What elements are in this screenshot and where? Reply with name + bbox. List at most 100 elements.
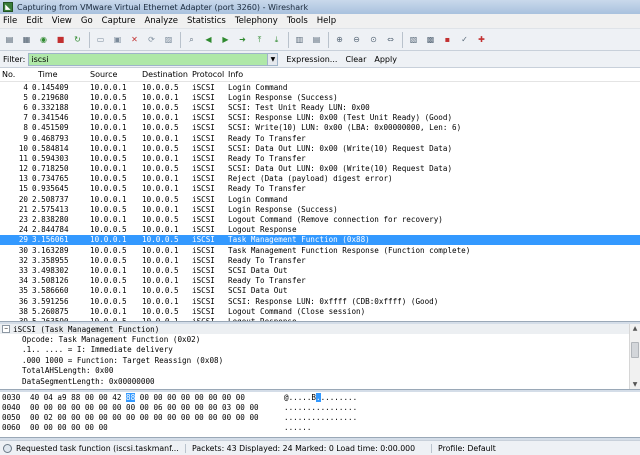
column-header-destination[interactable]: Destination [142, 70, 192, 79]
menu-file[interactable]: File [3, 16, 17, 26]
menu-analyze[interactable]: Analyze [144, 16, 178, 26]
close-icon[interactable]: ✕ [128, 33, 141, 46]
packet-details-pane[interactable]: − iSCSI (Task Management Function) Opcod… [0, 324, 640, 390]
print-icon[interactable]: ▨ [162, 33, 175, 46]
zoom-normal-icon[interactable]: ⊙ [367, 33, 380, 46]
stop-capture-icon[interactable]: ■ [54, 33, 67, 46]
auto-scroll-icon[interactable]: ▤ [310, 33, 323, 46]
hex-row[interactable]: 0040 00 00 00 00 00 00 00 00 00 06 00 00 … [0, 402, 640, 412]
menu-view[interactable]: View [52, 16, 72, 26]
first-packet-icon[interactable]: ⤒ [253, 33, 266, 46]
packet-row-selected[interactable]: 29 3.156061 10.0.0.1 10.0.0.5 iSCSI Task Mana… [0, 234, 640, 245]
filter-history-dropdown[interactable]: ▼ [268, 52, 279, 66]
go-forward-icon[interactable]: ▶ [219, 33, 232, 46]
display-filters-icon[interactable]: ▩ [424, 33, 437, 46]
packet-row[interactable]: 39 5.263590 10.0.0.5 10.0.0.1 iSCSI Logout Re… [0, 316, 640, 321]
hex-bytes[interactable]: 40 04 a9 88 00 00 42 88 00 00 00 00 00 0… [30, 392, 284, 402]
hex-row[interactable]: 0060 00 00 00 00 00 00...... [0, 423, 640, 433]
zoom-in-icon[interactable]: ⊕ [333, 33, 346, 46]
hex-bytes[interactable]: 00 02 00 00 00 00 00 00 00 00 00 00 00 0… [30, 413, 284, 422]
save-icon[interactable]: ▣ [111, 33, 124, 46]
packet-row[interactable]: 8 0.451509 10.0.0.1 10.0.0.5 iSCSI SCSI: Writ… [0, 123, 640, 133]
column-header-no[interactable]: No. [0, 70, 30, 79]
hex-bytes[interactable]: 00 00 00 00 00 00 00 00 00 06 00 00 00 0… [30, 403, 284, 412]
clear-filter-button[interactable]: Clear [345, 55, 366, 64]
menu-tools[interactable]: Tools [287, 16, 308, 26]
collapse-icon[interactable]: − [2, 325, 10, 334]
packet-bytes-pane[interactable]: 0030 40 04 a9 88 00 00 42 88 00 00 00 00 … [0, 392, 640, 438]
expression-button[interactable]: Expression... [286, 55, 337, 64]
packet-row[interactable]: 5 0.219680 10.0.0.5 10.0.0.1 iSCSI Login Resp… [0, 92, 640, 102]
menu-telephony[interactable]: Telephony [235, 16, 278, 26]
options-icon[interactable]: ▦ [20, 33, 33, 46]
scrollbar-thumb[interactable] [631, 342, 639, 358]
detail-tree-root[interactable]: − iSCSI (Task Management Function) [0, 324, 640, 335]
interfaces-icon[interactable]: ▤ [3, 33, 16, 46]
packet-row[interactable]: 30 3.163289 10.0.0.5 10.0.0.1 iSCSI Task Mana… [0, 245, 640, 255]
restart-capture-icon[interactable]: ↻ [71, 33, 84, 46]
packet-row[interactable]: 9 0.468793 10.0.0.5 10.0.0.1 iSCSI Ready To T… [0, 133, 640, 143]
packet-row[interactable]: 15 0.935645 10.0.0.5 10.0.0.1 iSCSI Ready To … [0, 184, 640, 194]
apply-filter-button[interactable]: Apply [374, 55, 397, 64]
menu-help[interactable]: Help [317, 16, 336, 26]
preferences-icon[interactable]: ✓ [458, 33, 471, 46]
packet-row[interactable]: 24 2.844784 10.0.0.5 10.0.0.1 iSCSI Logout Re… [0, 225, 640, 235]
scroll-up-icon[interactable]: ▲ [630, 324, 640, 334]
go-to-packet-icon[interactable]: ➜ [236, 33, 249, 46]
packet-row[interactable]: 7 0.341546 10.0.0.5 10.0.0.1 iSCSI SCSI: Resp… [0, 113, 640, 123]
go-back-icon[interactable]: ◀ [202, 33, 215, 46]
packet-row[interactable]: 6 0.332188 10.0.0.1 10.0.0.5 iSCSI SCSI: Test… [0, 102, 640, 112]
detail-field[interactable]: TotalAHSLength: 0x00 [0, 366, 640, 376]
colorize-icon[interactable]: ▥ [293, 33, 306, 46]
zoom-out-icon[interactable]: ⊖ [350, 33, 363, 46]
open-icon[interactable]: ▭ [94, 33, 107, 46]
menu-go[interactable]: Go [81, 16, 93, 26]
menu-edit[interactable]: Edit [26, 16, 42, 26]
column-header-protocol[interactable]: Protocol [192, 70, 228, 79]
packet-list-pane[interactable]: No. Time Source Destination Protocol Inf… [0, 68, 640, 322]
column-header-time[interactable]: Time [30, 70, 90, 79]
hex-row[interactable]: 0030 40 04 a9 88 00 00 42 88 00 00 00 00 … [0, 392, 640, 402]
menu-capture[interactable]: Capture [102, 16, 136, 26]
packet-row[interactable]: 35 3.586660 10.0.0.1 10.0.0.5 iSCSI SCSI Data… [0, 286, 640, 296]
status-profile[interactable]: Profile: Default [438, 444, 502, 453]
capture-filters-icon[interactable]: ▧ [407, 33, 420, 46]
detail-field[interactable]: DataSegmentLength: 0x00000000 [0, 376, 640, 386]
column-header-info[interactable]: Info [228, 70, 640, 79]
hex-row[interactable]: 0050 00 02 00 00 00 00 00 00 00 00 00 00 … [0, 412, 640, 422]
menu-statistics[interactable]: Statistics [187, 16, 226, 26]
ascii-bytes[interactable]: ................ [284, 403, 374, 412]
help-icon[interactable]: ✚ [475, 33, 488, 46]
packet-row[interactable]: 13 0.734765 10.0.0.5 10.0.0.1 iSCSI Reject (D… [0, 174, 640, 184]
last-packet-icon[interactable]: ⤓ [270, 33, 283, 46]
packet-row[interactable]: 4 0.145409 10.0.0.1 10.0.0.5 iSCSI Login Comm… [0, 82, 640, 92]
find-icon[interactable]: ⌕ [185, 33, 198, 46]
detail-field[interactable]: Opcode: Task Management Function (0x02) [0, 334, 640, 344]
packet-row[interactable]: 11 0.594303 10.0.0.5 10.0.0.1 iSCSI Ready To … [0, 153, 640, 163]
resize-columns-icon[interactable]: ⇔ [384, 33, 397, 46]
detail-field[interactable]: .000 1000 = Function: Target Reassign (0… [0, 355, 640, 365]
packet-row[interactable]: 36 3.591256 10.0.0.5 10.0.0.1 iSCSI SCSI: Res… [0, 296, 640, 306]
packet-row[interactable]: 34 3.508126 10.0.0.5 10.0.0.1 iSCSI Ready To … [0, 276, 640, 286]
hex-bytes[interactable]: 00 00 00 00 00 00 [30, 423, 284, 432]
packet-row[interactable]: 33 3.498302 10.0.0.1 10.0.0.5 iSCSI SCSI Data… [0, 265, 640, 275]
details-scrollbar[interactable]: ▲ ▼ [629, 324, 640, 389]
packet-row[interactable]: 38 5.260875 10.0.0.1 10.0.0.5 iSCSI Logout Co… [0, 306, 640, 316]
packet-row[interactable]: 21 2.575413 10.0.0.5 10.0.0.1 iSCSI Login Res… [0, 204, 640, 214]
column-header-source[interactable]: Source [90, 70, 142, 79]
ascii-bytes[interactable]: @.....B......... [284, 392, 374, 402]
reload-icon[interactable]: ⟳ [145, 33, 158, 46]
packet-row[interactable]: 12 0.718250 10.0.0.1 10.0.0.5 iSCSI SCSI: Dat… [0, 164, 640, 174]
packet-row[interactable]: 10 0.584814 10.0.0.1 10.0.0.5 iSCSI SCSI: Dat… [0, 143, 640, 153]
scroll-down-icon[interactable]: ▼ [630, 380, 640, 389]
expert-info-icon[interactable] [3, 443, 12, 453]
coloring-rules-icon[interactable]: ▪ [441, 33, 454, 46]
detail-field[interactable]: .1.. .... = I: Immediate delivery [0, 345, 640, 355]
ascii-bytes[interactable]: ................ [284, 413, 374, 422]
display-filter-input[interactable] [28, 52, 269, 66]
ascii-bytes[interactable]: ...... [284, 423, 374, 432]
packet-row[interactable]: 32 3.358955 10.0.0.5 10.0.0.1 iSCSI Ready To … [0, 255, 640, 265]
packet-row[interactable]: 23 2.838280 10.0.0.1 10.0.0.5 iSCSI Logout Co… [0, 214, 640, 224]
start-capture-icon[interactable]: ◉ [37, 33, 50, 46]
packet-row[interactable]: 20 2.508737 10.0.0.1 10.0.0.5 iSCSI Login Com… [0, 194, 640, 204]
